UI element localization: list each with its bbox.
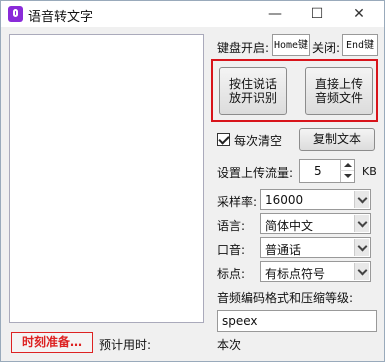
language-label: 语言: — [217, 219, 246, 233]
chevron-down-icon — [354, 215, 369, 232]
stepper-up-icon[interactable] — [340, 160, 354, 171]
accent-label: 口音: — [217, 243, 246, 257]
sample-rate-value: 16000 — [265, 193, 304, 207]
hotkey-start-label: 键盘开启: — [217, 41, 270, 55]
transcript-textarea[interactable] — [9, 34, 204, 323]
sample-rate-select[interactable]: 16000 — [260, 189, 371, 210]
chevron-down-icon — [354, 263, 369, 280]
upload-audio-line1: 直接上传 — [314, 77, 363, 91]
clear-each-time-checkbox[interactable] — [217, 133, 230, 146]
close-button[interactable]: ✕ — [339, 3, 379, 25]
maximize-button[interactable]: ☐ — [297, 3, 337, 25]
upload-rate-label: 设置上传流量: — [217, 166, 294, 180]
upload-audio-button[interactable]: 直接上传 音频文件 — [305, 67, 373, 115]
chevron-down-icon — [354, 239, 369, 256]
upload-rate-stepper[interactable]: 5 — [299, 159, 355, 183]
punctuation-label: 标点: — [217, 267, 246, 281]
hotkey-close-field[interactable]: End键 — [342, 34, 378, 56]
language-select[interactable]: 简体中文 — [260, 213, 371, 234]
title-bar: 语音转文字 — ☐ ✕ — [1, 1, 384, 27]
copy-text-button[interactable]: 复制文本 — [299, 128, 375, 151]
punctuation-select[interactable]: 有标点符号 — [260, 261, 371, 282]
this-time-label: 本次 — [217, 338, 242, 352]
punctuation-value: 有标点符号 — [265, 267, 326, 281]
window-title: 语音转文字 — [28, 10, 94, 25]
sample-rate-label: 采样率: — [217, 195, 258, 209]
hotkey-start-field[interactable]: Home键 — [272, 34, 310, 56]
hold-to-speak-line2: 放开识别 — [228, 91, 277, 105]
upload-rate-value: 5 — [314, 164, 322, 178]
stepper-down-icon[interactable] — [340, 171, 354, 182]
codec-value: speex — [222, 314, 258, 328]
main-window: 语音转文字 — ☐ ✕ 键盘开启: Home键 关闭: End键 按住说话 放开… — [0, 0, 385, 362]
upload-audio-line2: 音频文件 — [314, 91, 363, 105]
hotkey-close-label: 关闭: — [312, 41, 341, 55]
accent-value: 普通话 — [265, 243, 302, 257]
microphone-icon — [8, 6, 23, 22]
accent-select[interactable]: 普通话 — [260, 237, 371, 258]
codec-field[interactable]: speex — [217, 310, 377, 332]
upload-rate-unit: KB — [362, 165, 377, 178]
language-value: 简体中文 — [265, 219, 314, 233]
timer-button[interactable]: 时刻准备… — [11, 332, 93, 353]
chevron-down-icon — [354, 191, 369, 208]
estimated-time-label: 预计用时: — [99, 338, 152, 352]
clear-each-time-label: 每次清空 — [234, 134, 283, 148]
codec-label: 音频编码格式和压缩等级: — [217, 291, 354, 305]
hold-to-speak-button[interactable]: 按住说话 放开识别 — [219, 67, 287, 115]
hold-to-speak-line1: 按住说话 — [228, 77, 277, 91]
minimize-button[interactable]: — — [255, 3, 295, 25]
